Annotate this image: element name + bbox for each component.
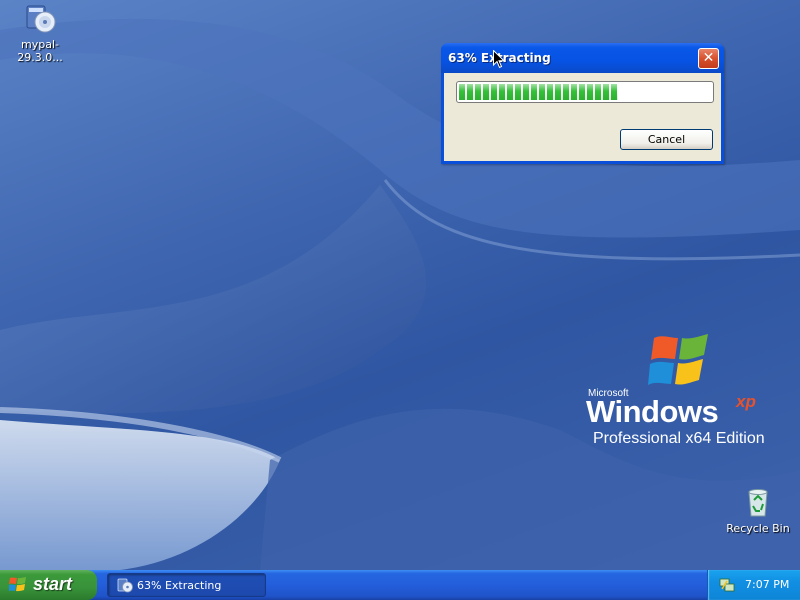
recycle-bin-icon <box>748 489 768 517</box>
taskbar-item-label: 63% Extracting <box>137 579 222 592</box>
desktop-icon-mypal[interactable]: mypal-29.3.0... <box>0 2 80 64</box>
desktop-icon-recycle-bin[interactable]: Recycle Bin <box>718 486 798 535</box>
desktop-icon-label: mypal-29.3.0... <box>17 38 63 64</box>
close-icon: ✕ <box>702 50 715 66</box>
xp-text: xp <box>736 392 756 411</box>
mouse-cursor-icon <box>493 50 505 69</box>
desktop: mypal-29.3.0... Recycle Bin Microsoft Wi… <box>0 0 800 570</box>
windows-xp-logo: Microsoft Windows xp Professional x64 Ed… <box>586 332 798 452</box>
network-icon[interactable] <box>719 577 735 593</box>
taskbar-item-extracting[interactable]: 63% Extracting <box>107 573 266 597</box>
close-button[interactable]: ✕ <box>698 48 719 69</box>
edition-text: Professional x64 Edition <box>593 430 765 447</box>
cancel-button[interactable]: Cancel <box>620 129 713 150</box>
windows-text: Windows <box>586 394 719 429</box>
progress-fill <box>459 84 618 100</box>
start-button[interactable]: start <box>0 570 97 600</box>
installer-cd-icon <box>26 5 56 33</box>
desktop-icon-label: Recycle Bin <box>726 522 790 535</box>
progress-bar <box>456 81 714 103</box>
system-tray: 7:07 PM <box>707 570 800 600</box>
dialog-titlebar[interactable]: 63% Extracting ✕ <box>441 43 724 73</box>
windows-flag-icon <box>9 577 26 592</box>
windows-flag-icon <box>648 334 708 385</box>
taskbar: start 63% Extracting 7:07 PM <box>0 570 800 600</box>
installer-cd-icon <box>117 578 133 593</box>
extract-dialog: 63% Extracting ✕ Cancel <box>441 43 724 164</box>
clock[interactable]: 7:07 PM <box>745 578 789 591</box>
start-label: start <box>33 574 73 594</box>
